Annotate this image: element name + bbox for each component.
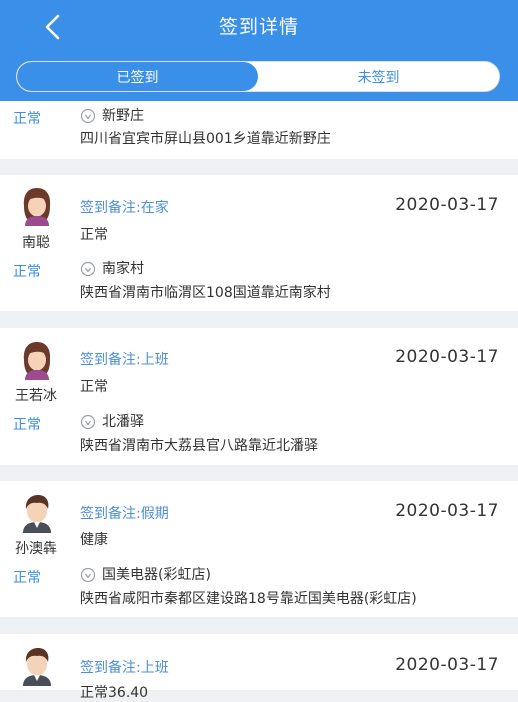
male-avatar: [23, 495, 51, 533]
male-avatar: [23, 648, 51, 686]
health-status: 正常: [80, 379, 108, 395]
person-name: 孙澳犇: [15, 541, 57, 557]
location-address: 四川省宜宾市屏山县001乡道靠近新野庄: [80, 131, 331, 147]
sign-in-date: 2020-03-17: [395, 501, 499, 521]
location-name: 北潘驿: [102, 414, 144, 430]
tab-signed-in[interactable]: 已签到: [17, 62, 258, 91]
status-label: 正常: [13, 417, 41, 433]
record-card[interactable]: 王若冰 正常 签到备注:上班 2020-03-17 正常 北潘驿 陕西省渭南市大…: [0, 328, 518, 465]
record-card[interactable]: 正常 新野庄 四川省宜宾市屏山县001乡道靠近新野庄: [0, 101, 518, 159]
tab-not-signed-in[interactable]: 未签到: [258, 62, 499, 91]
sign-in-remark: 签到备注:在家: [80, 200, 169, 216]
location-pin-icon: [80, 108, 96, 124]
female-avatar: [23, 342, 51, 380]
segmented-control: 已签到 未签到: [16, 61, 500, 92]
status-label: 正常: [13, 111, 41, 127]
location-name: 国美电器(彩虹店): [102, 567, 211, 583]
sign-in-remark: 签到备注:上班: [80, 352, 169, 368]
sign-in-remark: 签到备注:上班: [80, 660, 169, 676]
record-card[interactable]: 南聪 正常 签到备注:在家 2020-03-17 正常 南家村 陕西省渭南市临渭…: [0, 175, 518, 311]
location-name: 新野庄: [102, 108, 144, 124]
location-name: 南家村: [102, 261, 144, 277]
sign-in-date: 2020-03-17: [395, 655, 499, 675]
health-status: 健康: [80, 532, 108, 548]
health-status: 正常36.40: [80, 685, 149, 701]
status-label: 正常: [13, 264, 41, 280]
header-bar: 签到详情 已签到 未签到: [0, 0, 518, 101]
record-card[interactable]: 孙澳犇 正常 签到备注:假期 2020-03-17 健康 国美电器(彩虹店) 陕…: [0, 481, 518, 617]
sign-in-remark: 签到备注:假期: [80, 506, 169, 522]
location-address: 陕西省渭南市临渭区108国道靠近南家村: [80, 285, 331, 301]
location-address: 陕西省渭南市大荔县官八路靠近北潘驿: [80, 438, 318, 454]
location-pin-icon: [80, 567, 96, 583]
page-title: 签到详情: [218, 16, 299, 38]
location-pin-icon: [80, 261, 96, 277]
sign-in-date: 2020-03-17: [395, 347, 499, 367]
location-pin-icon: [80, 414, 96, 430]
person-name: 王若冰: [15, 388, 57, 404]
health-status: 正常: [80, 227, 108, 243]
location-address: 陕西省咸阳市秦都区建设路18号靠近国美电器(彩虹店): [80, 591, 417, 607]
status-label: 正常: [13, 570, 41, 586]
person-name: 南聪: [22, 235, 50, 251]
female-avatar: [23, 188, 51, 226]
record-card[interactable]: 签到备注:上班 2020-03-17 正常36.40: [0, 634, 518, 701]
sign-in-date: 2020-03-17: [395, 195, 499, 215]
